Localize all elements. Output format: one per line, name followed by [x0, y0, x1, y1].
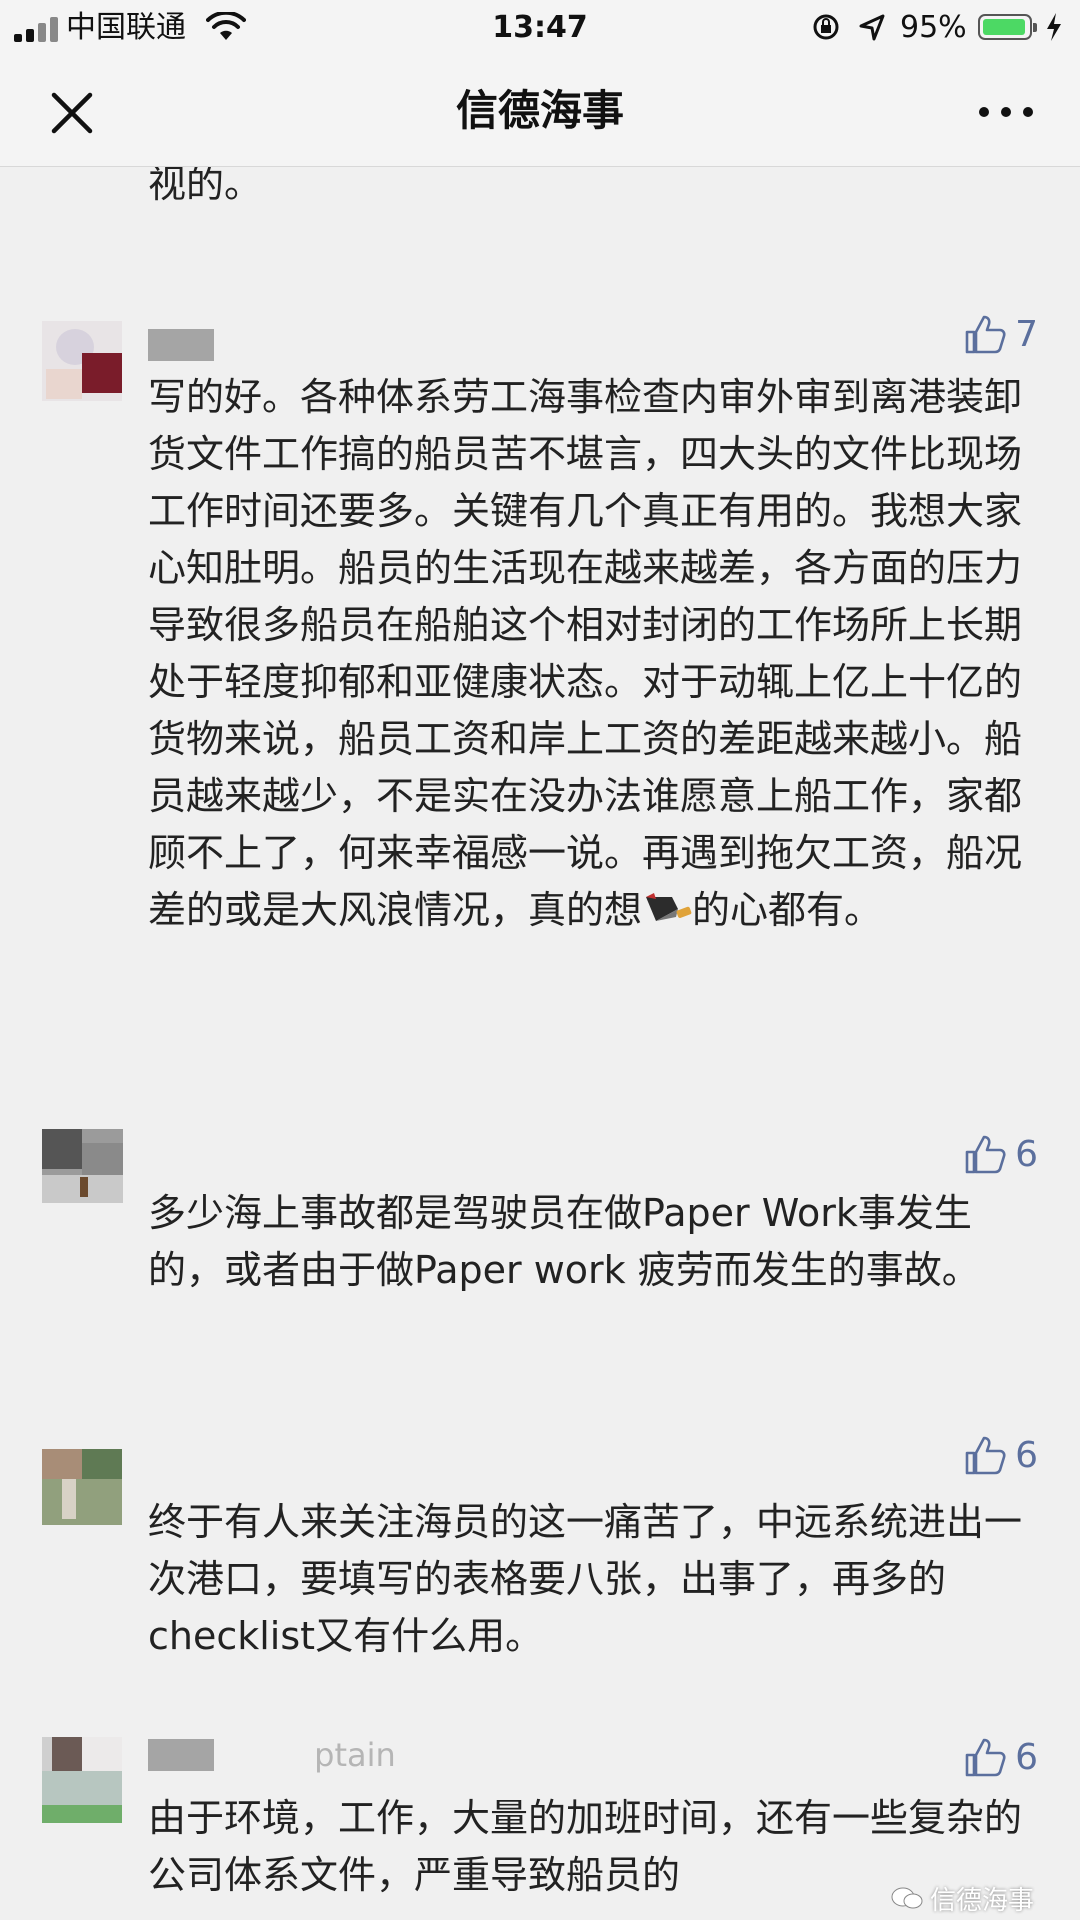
status-bar: 中国联通 13:47 95%	[0, 0, 1080, 56]
avatar[interactable]	[42, 1129, 123, 1203]
avatar[interactable]	[42, 1737, 122, 1823]
thumbs-up-icon	[965, 1436, 1006, 1475]
comment-text: 多少海上事故都是驾驶员在做Paper Work事发生的，或者由于做Paper w…	[148, 1191, 980, 1292]
watermark-text: 信德海事	[930, 1885, 1035, 1916]
thumbs-up-icon	[965, 315, 1006, 354]
nickname-blur	[148, 329, 214, 361]
like-count: 6	[1015, 1434, 1038, 1476]
watermark: 信德海事	[890, 1880, 1070, 1916]
thumbs-up-icon	[965, 1738, 1006, 1777]
avatar[interactable]	[42, 321, 122, 401]
comment-text: 写的好。各种体系劳工海事检查内审外审到离港装卸货文件工作搞的船员苦不堪言，四大头…	[148, 375, 1023, 932]
like-count: 6	[1015, 1133, 1038, 1175]
battery-icon	[978, 14, 1037, 40]
nav-bar: 信德海事	[0, 56, 1080, 167]
page-title: 信德海事	[455, 86, 624, 135]
comment-list[interactable]: 视的。 7 写的好。各种体系劳工海事检查内审外审到离港装卸货文件工作搞的船员苦不…	[0, 167, 1080, 1920]
charging-icon	[1047, 13, 1061, 41]
nickname: ptain	[148, 1739, 396, 1771]
location-icon	[859, 14, 885, 41]
nickname	[148, 329, 214, 361]
kitchen-knife-icon	[646, 893, 692, 921]
more-icon[interactable]	[976, 92, 1036, 132]
like-button[interactable]: 7	[963, 309, 1038, 359]
wechat-icon	[891, 1887, 923, 1909]
battery-fill	[983, 19, 1025, 35]
comment-text-fragment: 视的。	[148, 167, 263, 206]
avatar[interactable]	[42, 1449, 122, 1525]
battery-percent: 95%	[900, 10, 967, 45]
like-count: 7	[1015, 313, 1038, 355]
nickname-blur	[148, 1739, 214, 1771]
rotation-lock-icon	[813, 14, 839, 40]
like-button[interactable]: 6	[963, 1430, 1038, 1480]
comment-text: 终于有人来关注海员的这一痛苦了，中远系统进出一次港口，要填写的表格要八张，出事了…	[148, 1500, 1023, 1658]
like-button[interactable]: 6	[963, 1732, 1038, 1782]
thumbs-up-icon	[965, 1135, 1006, 1174]
like-button[interactable]: 6	[963, 1129, 1038, 1179]
like-count: 6	[1015, 1736, 1038, 1778]
